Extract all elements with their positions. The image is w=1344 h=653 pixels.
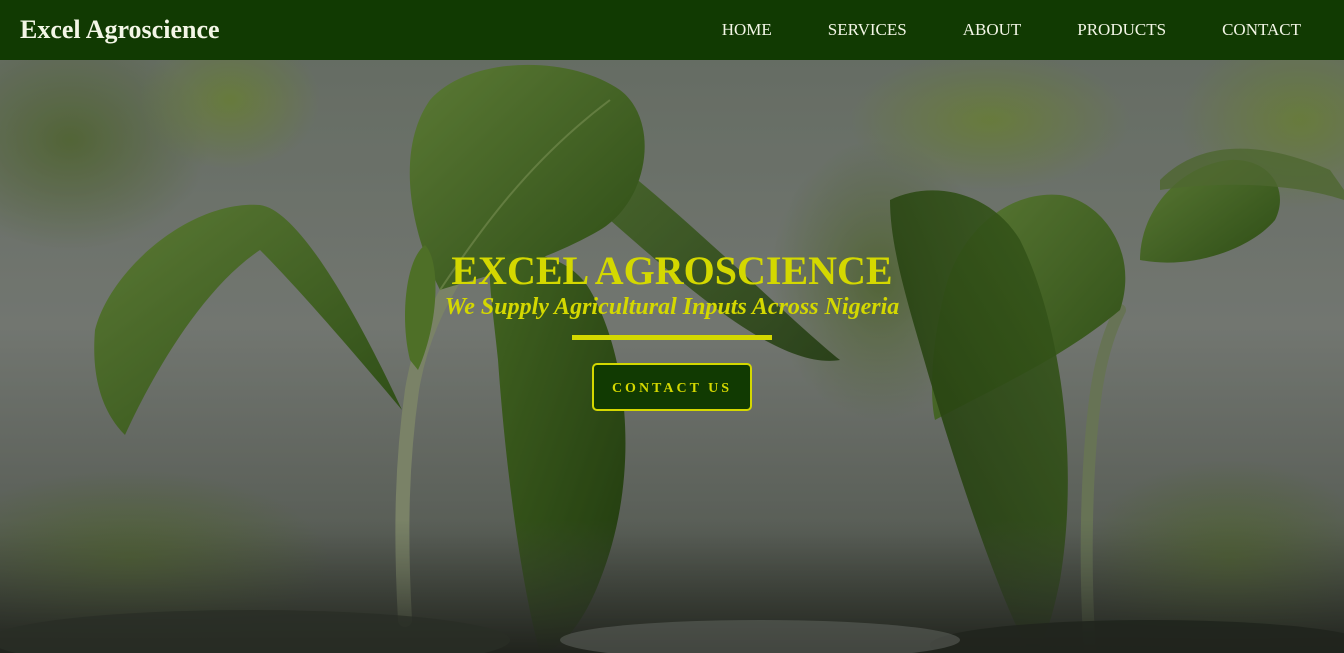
hero-content: EXCEL AGROSCIENCE We Supply Agricultural…: [0, 250, 1344, 411]
nav-links: HOME SERVICES ABOUT PRODUCTS CONTACT: [694, 0, 1344, 60]
hero-subtitle: We Supply Agricultural Inputs Across Nig…: [444, 294, 900, 320]
hero-title: EXCEL AGROSCIENCE: [451, 248, 893, 293]
nav-products[interactable]: PRODUCTS: [1049, 0, 1194, 60]
nav-home[interactable]: HOME: [694, 0, 800, 60]
nav-about[interactable]: ABOUT: [935, 0, 1050, 60]
navbar: Excel Agroscience HOME SERVICES ABOUT PR…: [0, 0, 1344, 60]
nav-contact[interactable]: CONTACT: [1194, 0, 1344, 60]
brand-logo[interactable]: Excel Agroscience: [20, 14, 220, 46]
page: Excel Agroscience HOME SERVICES ABOUT PR…: [0, 0, 1344, 653]
contact-us-button[interactable]: CONTACT US: [591, 363, 753, 411]
hero-divider: [572, 335, 772, 340]
nav-services[interactable]: SERVICES: [800, 0, 935, 60]
